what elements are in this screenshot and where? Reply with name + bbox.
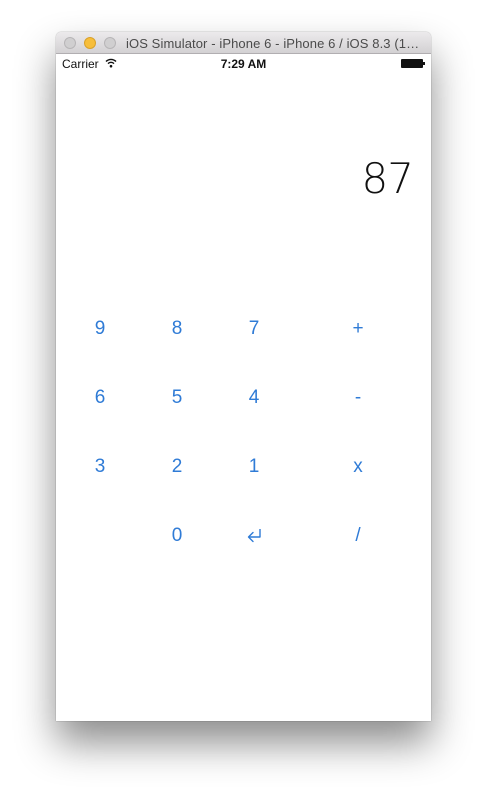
close-button[interactable]	[64, 37, 76, 49]
key-multiply[interactable]: x	[328, 447, 388, 487]
status-time: 7:29 AM	[220, 57, 267, 71]
battery-full-icon	[401, 59, 425, 68]
key-6[interactable]: 6	[70, 378, 130, 418]
status-bar: Carrier 7:29 AM	[56, 54, 431, 74]
return-arrow-icon	[244, 525, 264, 546]
window-titlebar[interactable]: iOS Simulator - iPhone 6 - iPhone 6 / iO…	[56, 32, 431, 54]
device-screen: Carrier 7:29 AM 87 9 8 7 + 6 5 4 - 3 2 1…	[56, 54, 431, 721]
key-3[interactable]: 3	[70, 447, 130, 487]
key-5[interactable]: 5	[147, 378, 207, 418]
zoom-button[interactable]	[104, 37, 116, 49]
key-8[interactable]: 8	[147, 309, 207, 349]
simulator-window: iOS Simulator - iPhone 6 - iPhone 6 / iO…	[56, 32, 431, 721]
key-1[interactable]: 1	[224, 447, 284, 487]
key-divide[interactable]: /	[328, 516, 388, 556]
key-7[interactable]: 7	[224, 309, 284, 349]
key-plus[interactable]: +	[328, 309, 388, 349]
enter-button[interactable]	[224, 516, 284, 556]
minimize-button[interactable]	[84, 37, 96, 49]
key-minus[interactable]: -	[328, 378, 388, 418]
key-2[interactable]: 2	[147, 447, 207, 487]
calculator-display: 87	[361, 154, 414, 203]
key-9[interactable]: 9	[70, 309, 130, 349]
window-title: iOS Simulator - iPhone 6 - iPhone 6 / iO…	[126, 36, 421, 51]
key-0[interactable]: 0	[147, 516, 207, 556]
key-4[interactable]: 4	[224, 378, 284, 418]
